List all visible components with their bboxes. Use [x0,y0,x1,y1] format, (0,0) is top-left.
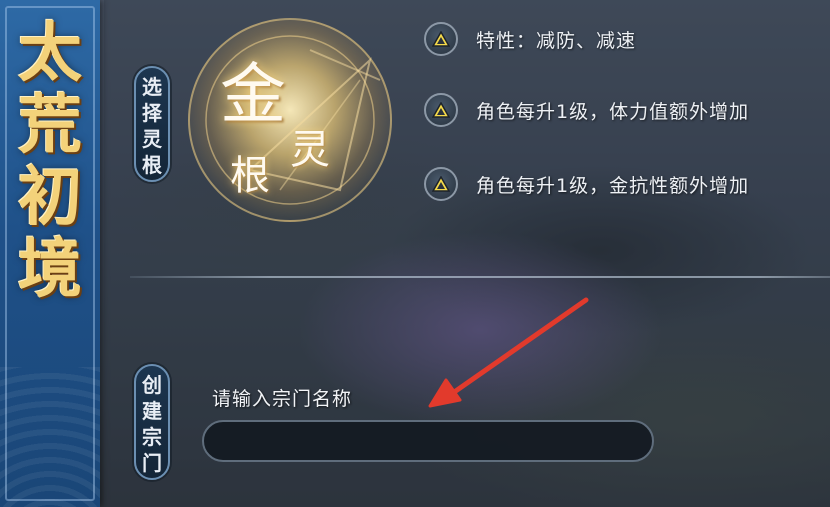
trait-row: 特性：减防、减速 [424,21,636,57]
banner-title-char: 初 [18,160,82,235]
banner-title-char: 荒 [18,88,82,163]
banner-title-char: 境 [18,232,82,307]
game-screen: 太 荒 初 境 选 择 灵 根 金 灵 根 特性：减防、减速 角色每升1级，体力… [0,0,830,507]
tab-char: 根 [142,153,162,177]
title-banner: 太 荒 初 境 [0,0,100,507]
create-sect-tab[interactable]: 创 建 宗 门 [134,364,170,480]
tab-char: 灵 [142,127,162,151]
tab-char: 选 [142,75,162,99]
tab-char: 创 [142,373,162,397]
trait-text: 角色每升1级，体力值额外增加 [476,100,750,123]
triangle-up-icon [424,167,458,201]
tab-char: 宗 [142,425,162,449]
banner-title: 太 荒 初 境 [12,18,88,306]
sect-name-input[interactable] [202,420,654,462]
trait-row: 角色每升1级，金抗性额外增加 [424,166,749,202]
tab-char: 门 [142,451,162,475]
triangle-up-icon [424,93,458,127]
orb-char-ling: 灵 [290,127,330,173]
trait-text: 特性：减防、减速 [476,29,637,52]
triangle-up-icon [424,22,458,56]
trait-row: 角色每升1级，体力值额外增加 [424,92,749,128]
tab-char: 择 [142,101,162,125]
orb-char-gold: 金 [220,56,286,133]
gold-spirit-root-orb[interactable]: 金 灵 根 [188,18,392,222]
sect-name-label: 请输入宗门名称 [212,388,353,410]
select-spirit-root-tab[interactable]: 选 择 灵 根 [134,66,170,182]
section-divider [130,276,830,278]
banner-title-char: 太 [18,16,82,91]
orb-char-gen: 根 [230,153,270,199]
trait-text: 角色每升1级，金抗性额外增加 [476,174,750,197]
tab-char: 建 [142,399,162,423]
